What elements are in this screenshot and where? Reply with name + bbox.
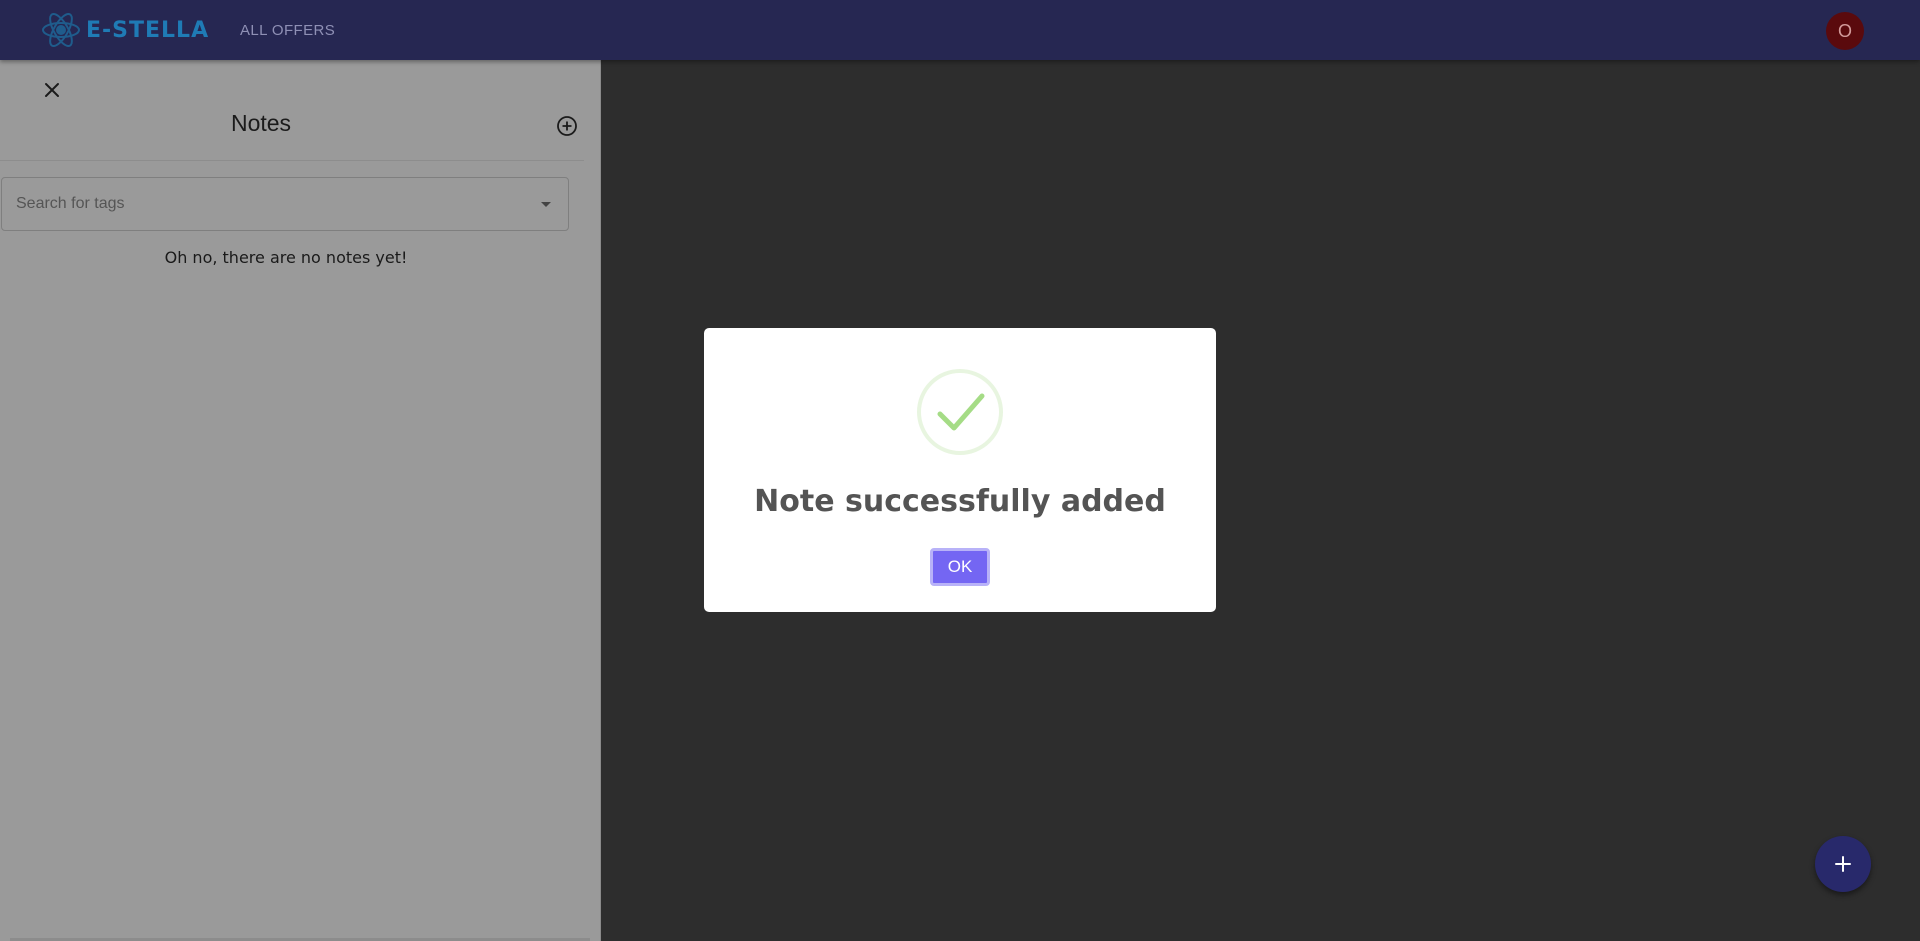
- tag-search-field[interactable]: [1, 177, 569, 231]
- ok-button-label: OK: [947, 557, 973, 576]
- app-logo[interactable]: E-STELLA: [40, 9, 209, 51]
- drawer-title: Notes: [230, 110, 292, 136]
- empty-notes-message: Oh no, there are no notes yet!: [164, 248, 408, 267]
- user-avatar[interactable]: O: [1826, 12, 1864, 50]
- nav-all-offers[interactable]: ALL OFFERS: [240, 22, 335, 39]
- top-app-bar: E-STELLA ALL OFFERS O: [0, 0, 1920, 60]
- success-dialog: Note successfully added OK: [704, 328, 1216, 612]
- ok-button[interactable]: OK: [930, 548, 990, 586]
- dialog-title: Note successfully added: [754, 484, 1166, 519]
- notes-drawer: Notes Oh no, there are no notes yet!: [0, 60, 601, 941]
- plus-icon: [1835, 856, 1851, 872]
- tag-search-input[interactable]: [2, 194, 534, 214]
- avatar-initial: O: [1837, 20, 1852, 41]
- logo-text: E-STELLA: [86, 17, 210, 43]
- atom-logo-icon: [42, 13, 80, 47]
- check-icon: [917, 369, 1003, 455]
- add-circle-icon[interactable]: [554, 113, 580, 139]
- caret-down-icon[interactable]: [534, 192, 558, 216]
- drawer-divider: [0, 160, 584, 161]
- add-fab-button[interactable]: [1815, 836, 1871, 892]
- close-icon[interactable]: [40, 78, 64, 102]
